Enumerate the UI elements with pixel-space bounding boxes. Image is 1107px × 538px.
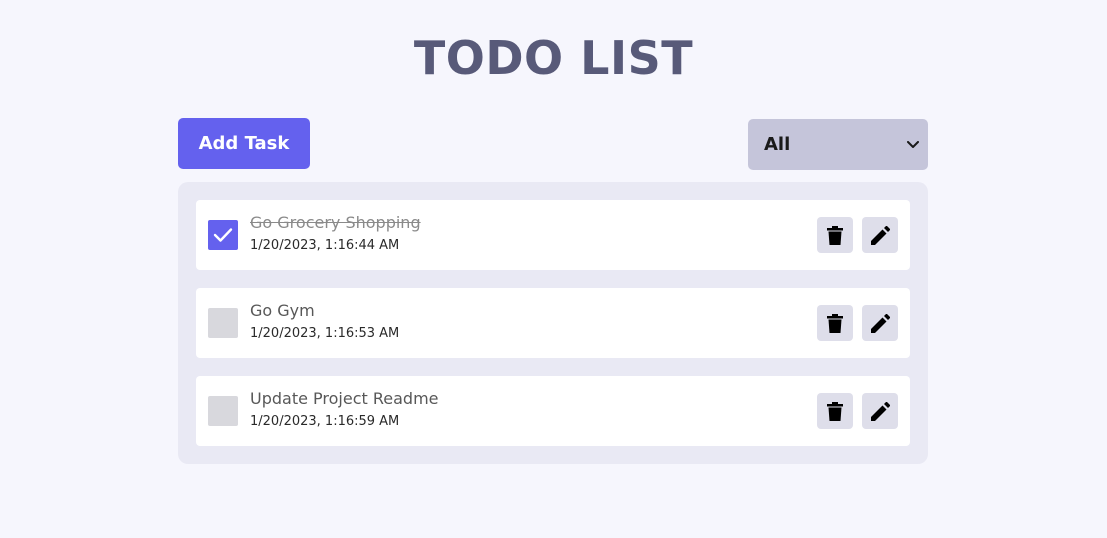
todo-checkbox[interactable]	[208, 220, 238, 250]
todo-timestamp: 1/20/2023, 1:16:59 AM	[250, 414, 400, 429]
todo-item: Go Grocery Shopping 1/20/2023, 1:16:44 A…	[196, 200, 910, 270]
todo-timestamp: 1/20/2023, 1:16:44 AM	[250, 238, 400, 253]
todo-list-panel: Go Grocery Shopping 1/20/2023, 1:16:44 A…	[178, 182, 928, 464]
todo-title: Update Project Readme	[250, 389, 439, 408]
filter-select[interactable]: All	[748, 119, 928, 170]
trash-icon	[827, 313, 843, 333]
todo-item: Update Project Readme 1/20/2023, 1:16:59…	[196, 376, 910, 446]
todo-item: Go Gym 1/20/2023, 1:16:53 AM	[196, 288, 910, 358]
delete-button[interactable]	[817, 305, 853, 341]
check-icon	[213, 228, 233, 242]
todo-checkbox[interactable]	[208, 308, 238, 338]
edit-button[interactable]	[862, 305, 898, 341]
filter-select-value: All	[764, 134, 791, 155]
pencil-icon	[870, 401, 890, 421]
todo-title: Go Grocery Shopping	[250, 213, 421, 232]
add-task-button[interactable]: Add Task	[178, 118, 310, 169]
pencil-icon	[870, 225, 890, 245]
todo-title: Go Gym	[250, 301, 315, 320]
pencil-icon	[870, 313, 890, 333]
delete-button[interactable]	[817, 217, 853, 253]
trash-icon	[827, 401, 843, 421]
edit-button[interactable]	[862, 217, 898, 253]
trash-icon	[827, 225, 843, 245]
todo-timestamp: 1/20/2023, 1:16:53 AM	[250, 326, 400, 341]
edit-button[interactable]	[862, 393, 898, 429]
page-title: TODO LIST	[413, 31, 694, 85]
todo-checkbox[interactable]	[208, 396, 238, 426]
delete-button[interactable]	[817, 393, 853, 429]
chevron-down-icon	[906, 138, 920, 152]
